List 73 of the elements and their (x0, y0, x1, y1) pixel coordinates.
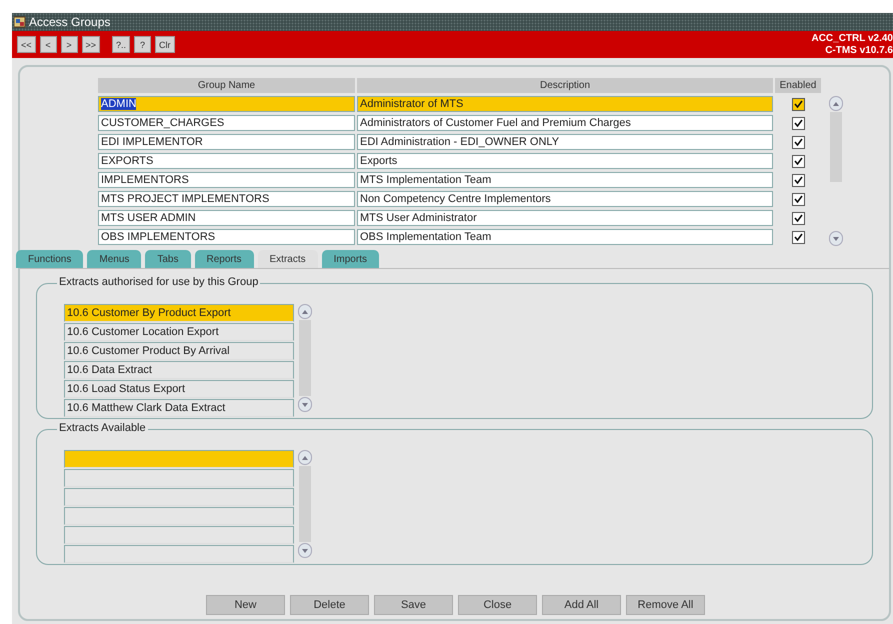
column-header: Group Name (98, 78, 355, 93)
checkbox[interactable] (792, 98, 804, 111)
table-cell[interactable]: OBS IMPLEMENTORS (98, 229, 355, 245)
toolbar-button[interactable]: >> (82, 36, 100, 53)
column-header: Enabled (775, 78, 821, 93)
button[interactable]: Remove All (626, 595, 705, 615)
list-item[interactable]: 10.6 Customer Product By Arrival (64, 342, 294, 360)
list-item[interactable]: 10.6 Load Status Export (64, 380, 294, 398)
button[interactable]: Add All (542, 595, 621, 615)
table-cell[interactable]: MTS User Administrator (357, 210, 773, 226)
list-item[interactable]: 10.6 Customer By Product Export (64, 304, 294, 322)
table-cell[interactable]: MTS USER ADMIN (98, 210, 355, 226)
scrollbar[interactable] (829, 96, 843, 246)
list-row[interactable] (64, 526, 294, 544)
table-cell[interactable]: Administrators of Customer Fuel and Premium Charges (357, 115, 773, 131)
tab[interactable]: Reports (194, 250, 254, 268)
down-arrow-icon[interactable] (302, 402, 308, 406)
table-cell[interactable]: Non Competency Centre Implementors (357, 191, 773, 207)
button[interactable]: Delete (290, 595, 369, 615)
scrollbar[interactable] (298, 304, 312, 412)
button[interactable]: Close (458, 595, 537, 615)
list-row[interactable] (64, 469, 294, 487)
tab[interactable]: Extracts (258, 250, 318, 268)
toolbar-button[interactable]: ? (134, 36, 152, 53)
toolbar-button[interactable]: > (60, 36, 78, 53)
list-row[interactable] (64, 450, 294, 468)
table-cell[interactable]: CUSTOMER_CHARGES (98, 115, 355, 131)
tab[interactable]: Functions (16, 250, 84, 268)
table-cell[interactable]: Administrator of MTS (357, 96, 773, 112)
table-cell[interactable]: MTS PROJECT IMPLEMENTORS (98, 191, 355, 207)
table-cell[interactable]: IMPLEMENTORS (98, 172, 355, 188)
checkbox[interactable] (792, 136, 804, 149)
table-cell[interactable]: MTS Implementation Team (357, 172, 773, 188)
list-item[interactable]: 10.6 Customer Location Export (64, 323, 294, 341)
checkbox[interactable] (792, 212, 804, 225)
list-row[interactable] (64, 507, 294, 525)
table-cell[interactable]: EDI Administration - EDI_OWNER ONLY (357, 134, 773, 150)
checkbox[interactable] (792, 231, 804, 244)
list-row[interactable] (64, 488, 294, 506)
up-arrow-icon[interactable] (302, 310, 308, 314)
version-label: ACC_CTRL v2.40 (811, 32, 893, 44)
up-arrow-icon[interactable] (833, 102, 839, 106)
list-row[interactable] (64, 545, 294, 563)
table-cell[interactable]: EXPORTS (98, 153, 355, 169)
table-cell[interactable]: ADMIN (98, 96, 355, 112)
checkbox[interactable] (792, 193, 804, 206)
version-label: C-TMS v10.7.6 (825, 44, 893, 56)
checkbox[interactable] (792, 155, 804, 168)
down-arrow-icon[interactable] (302, 548, 308, 552)
tab[interactable]: Imports (322, 250, 379, 268)
down-arrow-icon[interactable] (833, 236, 839, 240)
toolbar-button[interactable]: < (40, 36, 57, 53)
checkbox[interactable] (792, 174, 804, 187)
scrollbar[interactable] (298, 450, 312, 558)
button[interactable]: New (206, 595, 285, 615)
table-cell[interactable]: EDI IMPLEMENTOR (98, 134, 355, 150)
list-item[interactable]: 10.6 Data Extract (64, 361, 294, 379)
up-arrow-icon[interactable] (302, 456, 308, 460)
column-header: Description (357, 78, 773, 93)
table-cell[interactable]: OBS Implementation Team (357, 229, 773, 245)
toolbar-button[interactable]: << (17, 36, 36, 53)
list-item[interactable]: 10.6 Matthew Clark Data Extract (64, 399, 294, 417)
toolbar-button[interactable]: Clr (155, 36, 175, 53)
tab[interactable]: Tabs (145, 250, 190, 268)
window-title: Access Groups (29, 15, 110, 29)
button[interactable]: Save (374, 595, 453, 615)
group-title: Extracts authorised for use by this Group (57, 276, 260, 288)
checkbox[interactable] (792, 117, 804, 130)
app-icon (14, 16, 26, 28)
group-title: Extracts Available (57, 422, 148, 434)
toolbar-button[interactable]: ?.. (112, 36, 130, 53)
table-cell[interactable]: Exports (357, 153, 773, 169)
tab[interactable]: Menus (87, 250, 142, 268)
